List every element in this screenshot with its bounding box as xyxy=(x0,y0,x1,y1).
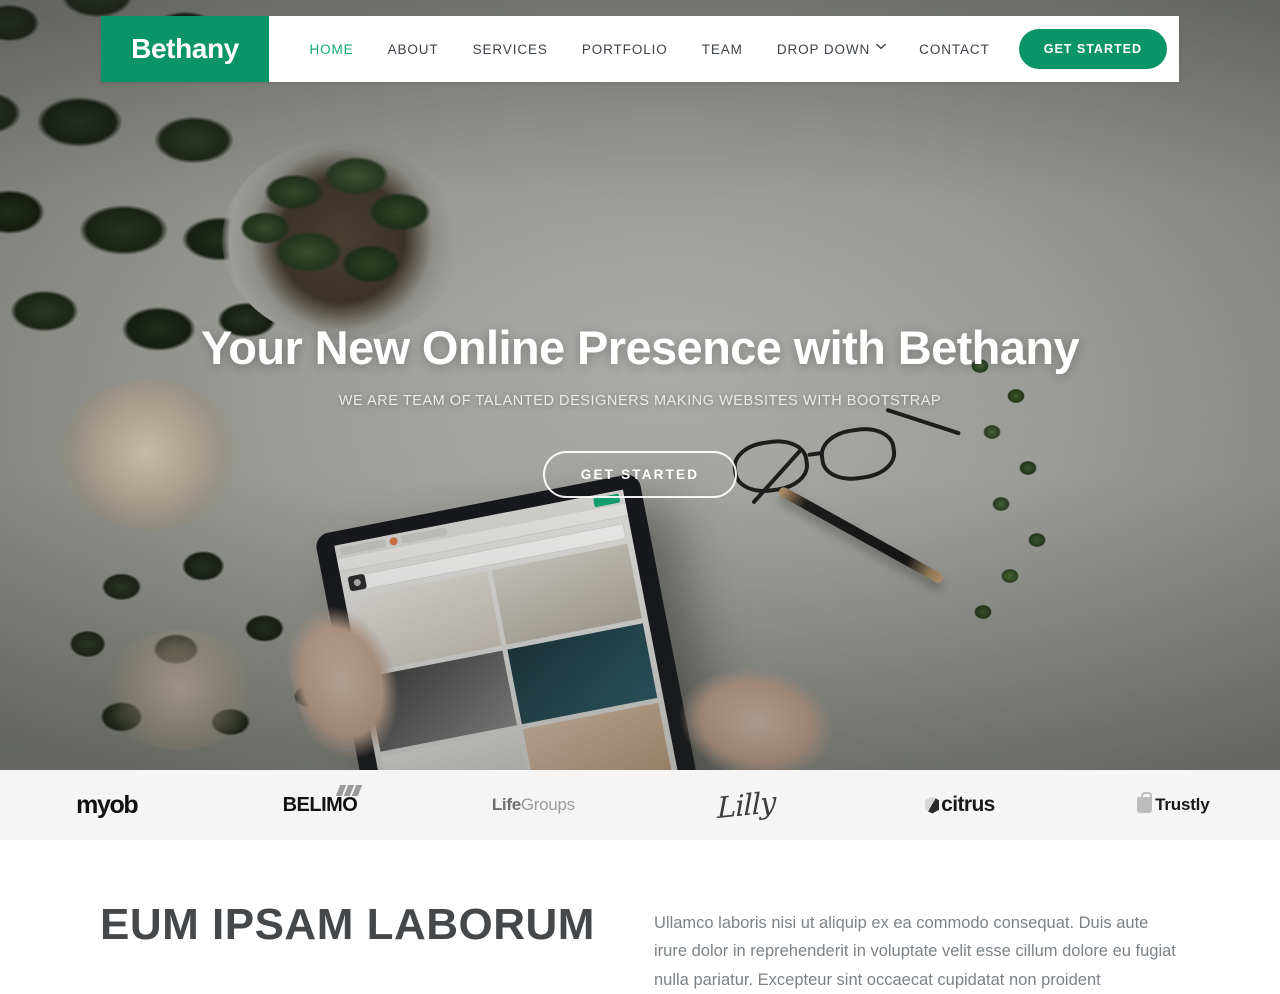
hero-get-started-button[interactable]: GET STARTED xyxy=(542,451,738,499)
nav-item-label: PORTFOLIO xyxy=(581,41,668,57)
citrus-mark-icon xyxy=(925,796,940,814)
client-logo-trustly[interactable]: Trustly xyxy=(1067,770,1280,840)
hero-title: Your New Online Presence with Bethany xyxy=(201,321,1080,374)
lilly-logo: Lilly xyxy=(717,784,776,826)
brand-logo[interactable]: Bethany xyxy=(101,16,269,82)
chevron-down-icon xyxy=(876,43,887,52)
nav-item-label: HOME xyxy=(309,41,354,57)
about-body-text: Ullamco laboris nisi ut aliquip ex ea co… xyxy=(654,914,1176,989)
citrus-wordmark: citrus xyxy=(941,793,995,816)
nav-item-services[interactable]: SERVICES xyxy=(456,42,565,57)
client-logo-lilly[interactable]: Lilly xyxy=(640,770,853,840)
nav-item-drop-down[interactable]: DROP DOWN xyxy=(760,42,902,57)
lifegroups-rest: Groups xyxy=(520,795,575,814)
nav-item-home[interactable]: HOME xyxy=(292,42,370,57)
nav-item-about[interactable]: ABOUT xyxy=(371,42,456,57)
client-logo-lifegroups[interactable]: LifeGroups xyxy=(427,770,640,840)
nav-item-label: SERVICES xyxy=(472,41,548,57)
nav-item-team[interactable]: TEAM xyxy=(685,42,760,57)
nav-item-portfolio[interactable]: PORTFOLIO xyxy=(565,42,685,57)
about-title: EUM IPSAM LABORUM xyxy=(100,900,595,949)
client-logo-citrus[interactable]: citrus xyxy=(853,770,1066,840)
lifegroups-bold: Life xyxy=(491,795,521,814)
nav-item-label: TEAM xyxy=(701,41,743,57)
belimo-slashes-icon xyxy=(336,784,363,796)
about-section: EUM IPSAM LABORUM Ullamco laboris nisi u… xyxy=(0,840,1280,994)
lifegroups-logo: LifeGroups xyxy=(492,795,575,815)
client-logo-myob[interactable]: myob xyxy=(0,770,213,840)
citrus-logo: citrus xyxy=(925,793,995,817)
nav-item-label: CONTACT xyxy=(919,41,990,57)
main-navbar: Bethany HOME ABOUT SERVICES PORTFOLIO TE… xyxy=(101,16,1179,82)
belimo-logo: BELIMO xyxy=(282,784,363,817)
nav-item-label: ABOUT xyxy=(387,41,439,57)
hero-section: SAMSUNG Bethany HOME ABOUT SERVICES xyxy=(0,0,1280,770)
about-right-column: Ullamco laboris nisi ut aliquip ex ea co… xyxy=(654,902,1180,994)
about-left-column: EUM IPSAM LABORUM xyxy=(100,900,600,994)
hero-subtitle: WE ARE TEAM OF TALANTED DESIGNERS MAKING… xyxy=(338,393,942,410)
client-logo-belimo[interactable]: BELIMO xyxy=(213,770,426,840)
trustly-bag-icon xyxy=(1137,792,1153,813)
nav-item-contact[interactable]: CONTACT xyxy=(902,42,1007,57)
trustly-logo: Trustly xyxy=(1137,792,1210,815)
myob-logo: myob xyxy=(76,790,138,819)
navbar-get-started-button[interactable]: GET STARTED xyxy=(1018,29,1167,69)
nav-item-label: DROP DOWN xyxy=(776,41,871,57)
brand-name: Bethany xyxy=(131,33,239,64)
belimo-wordmark: BELIMO xyxy=(282,793,358,816)
hero-content: Your New Online Presence with Bethany WE… xyxy=(0,320,1280,499)
nav-links: HOME ABOUT SERVICES PORTFOLIO TEAM DROP … xyxy=(269,16,1179,82)
client-logos-strip: myob BELIMO LifeGroups Lilly citrus Trus… xyxy=(0,770,1280,840)
trustly-wordmark: Trustly xyxy=(1155,795,1210,814)
